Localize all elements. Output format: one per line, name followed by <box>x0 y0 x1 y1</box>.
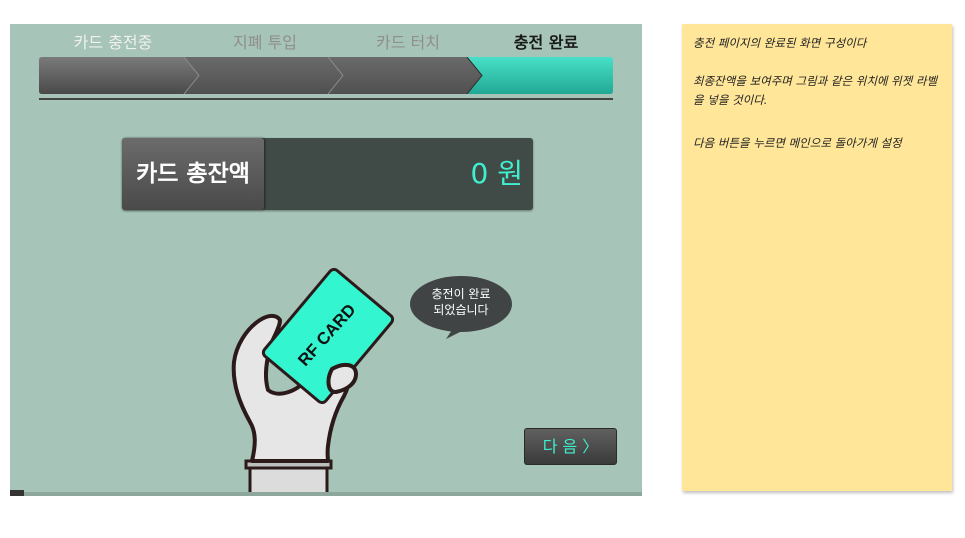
thumb <box>326 362 358 394</box>
bottom-indicator <box>10 490 24 496</box>
memo-line-2: 최종잔액을 보여주며 그림과 같은 위치에 위젯 라벨을 넣을 것이다. <box>693 74 938 107</box>
hand-card-illustration: RF CARD <box>231 267 512 496</box>
completion-message: 충전이 완료 되었습니다 <box>414 286 508 318</box>
annotation-memo: 충전 페이지의 완료된 화면 구성이다 최종잔액을 보여주며 그림과 같은 위치… <box>682 24 952 491</box>
sleeve <box>244 459 333 496</box>
kiosk-screen: 카드 충전중 지폐 투입 카드 터치 충전 완료 카드 총잔액 0 원 RF C… <box>10 24 642 496</box>
memo-line-1: 충전 페이지의 완료된 화면 구성이다 <box>693 36 867 50</box>
completion-message-line2: 되었습니다 <box>433 303 489 317</box>
completion-message-line1: 충전이 완료 <box>431 287 491 301</box>
bottom-strip <box>10 492 642 496</box>
next-button[interactable]: 다 음 〉 <box>524 428 617 465</box>
memo-line-3: 다음 버튼을 누르면 메인으로 돌아가게 설정 <box>693 136 902 150</box>
